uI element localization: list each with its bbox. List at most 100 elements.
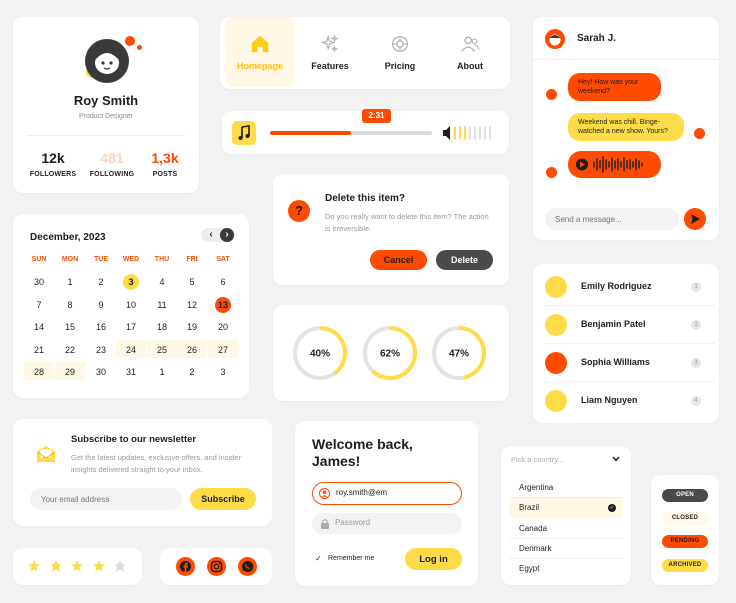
calendar-day[interactable]: 6 bbox=[212, 274, 234, 290]
list-item[interactable]: Benjamin Patel 2 bbox=[545, 306, 715, 344]
calendar-day[interactable]: 2 bbox=[90, 274, 112, 290]
login-button[interactable]: Log in bbox=[405, 548, 462, 570]
calendar-day[interactable]: 12 bbox=[181, 297, 203, 313]
chevron-down-icon bbox=[612, 456, 620, 462]
users-icon bbox=[461, 36, 480, 52]
option-label: Egypt bbox=[519, 564, 540, 574]
progress-ring: 62% bbox=[363, 326, 417, 380]
delete-button[interactable]: Delete bbox=[436, 250, 493, 270]
calendar-day[interactable]: 14 bbox=[28, 319, 50, 335]
star-icon[interactable] bbox=[49, 559, 63, 573]
calendar-day[interactable]: 30 bbox=[28, 274, 50, 290]
facebook-icon[interactable] bbox=[176, 557, 195, 576]
nav-label: About bbox=[457, 61, 483, 71]
voice-message[interactable] bbox=[568, 151, 661, 178]
calendar-day[interactable]: 28 bbox=[28, 364, 50, 380]
whatsapp-icon[interactable] bbox=[238, 557, 257, 576]
country-option[interactable]: Egypt bbox=[509, 559, 623, 579]
send-button[interactable] bbox=[684, 208, 706, 230]
calendar-title: December, 2023 bbox=[30, 232, 106, 243]
calendar: December, 2023 ‹ › SUN MON TUE WED THU FRI SAT… bbox=[13, 214, 249, 398]
country-select-field[interactable]: Pick a country... bbox=[501, 446, 631, 472]
calendar-day[interactable]: 30 bbox=[90, 364, 112, 380]
option-label: Argentina bbox=[519, 483, 554, 492]
option-label: Canada bbox=[519, 523, 548, 533]
following-label: FOLLOWING bbox=[89, 171, 135, 178]
calendar-day[interactable]: 15 bbox=[59, 319, 81, 335]
profile-name: Roy Smith bbox=[73, 93, 139, 108]
weekday-label: SAT bbox=[216, 256, 230, 263]
newsletter-body: Get the latest updates, exclusive offers… bbox=[71, 453, 241, 474]
list-item[interactable]: Sophia Williams 3 bbox=[545, 344, 715, 382]
play-icon[interactable] bbox=[568, 151, 661, 178]
calendar-day[interactable]: 10 bbox=[120, 297, 142, 313]
calendar-day[interactable]: 1 bbox=[151, 364, 173, 380]
chat-card: Sarah J. Hey! How was your weekend? Week… bbox=[533, 17, 719, 240]
country-option[interactable]: Denmark bbox=[509, 539, 623, 559]
calendar-day[interactable]: 31 bbox=[120, 364, 142, 380]
instagram-icon[interactable] bbox=[207, 557, 226, 576]
volume-icon[interactable] bbox=[443, 125, 497, 141]
calendar-day[interactable]: 20 bbox=[212, 319, 234, 335]
cancel-button[interactable]: Cancel bbox=[370, 250, 427, 270]
calendar-day[interactable]: 26 bbox=[181, 342, 203, 358]
remember-checkbox[interactable]: ✓ bbox=[315, 554, 322, 563]
calendar-day[interactable]: 29 bbox=[59, 364, 81, 380]
calendar-day[interactable]: 5 bbox=[181, 274, 203, 290]
star-icon[interactable] bbox=[27, 559, 41, 573]
calendar-day[interactable]: 18 bbox=[151, 319, 173, 335]
message-incoming: Hey! How was your weekend? bbox=[568, 73, 661, 101]
next-month-button[interactable]: › bbox=[220, 228, 234, 242]
calendar-day[interactable]: 9 bbox=[90, 297, 112, 313]
star-icon[interactable] bbox=[113, 559, 127, 573]
password-field[interactable]: Password bbox=[312, 513, 462, 534]
person-name: Emily Rodriguez bbox=[581, 281, 652, 291]
calendar-day[interactable]: 3 bbox=[123, 274, 139, 290]
list-item[interactable]: Emily Rodriguez 1 bbox=[545, 268, 715, 306]
calendar-day[interactable]: 27 bbox=[212, 342, 234, 358]
calendar-day[interactable]: 19 bbox=[181, 319, 203, 335]
prev-month-button[interactable]: ‹ bbox=[204, 228, 218, 242]
calendar-day[interactable]: 1 bbox=[59, 274, 81, 290]
delete-dialog: ? Delete this item? Do you really want t… bbox=[273, 174, 509, 285]
calendar-day[interactable]: 24 bbox=[120, 342, 142, 358]
ring-label: 62% bbox=[380, 349, 400, 360]
subscribe-button[interactable]: Subscribe bbox=[190, 488, 256, 510]
login-card: Welcome back, James! roy.smith@em Passwo… bbox=[295, 421, 478, 586]
calendar-day[interactable]: 11 bbox=[151, 297, 173, 313]
option-label: Denmark bbox=[519, 543, 552, 553]
nav-item-homepage[interactable]: Homepage bbox=[225, 17, 295, 87]
calendar-day[interactable]: 2 bbox=[181, 364, 203, 380]
followers-label: FOLLOWERS bbox=[29, 171, 77, 178]
calendar-day[interactable]: 23 bbox=[90, 342, 112, 358]
country-option[interactable]: Argentina bbox=[509, 478, 623, 498]
country-option[interactable]: Brazil ✓ bbox=[509, 498, 623, 519]
weekday-label: THU bbox=[154, 256, 170, 263]
email-field[interactable] bbox=[30, 488, 182, 510]
message-input[interactable] bbox=[545, 208, 679, 230]
remember-label: Remember me bbox=[328, 555, 375, 562]
calendar-day[interactable]: 4 bbox=[151, 274, 173, 290]
calendar-day[interactable]: 7 bbox=[28, 297, 50, 313]
calendar-day[interactable]: 22 bbox=[59, 342, 81, 358]
star-rating bbox=[13, 548, 142, 585]
nav-item-features[interactable]: Features bbox=[295, 17, 365, 87]
calendar-day[interactable]: 25 bbox=[151, 342, 173, 358]
calendar-day[interactable]: 8 bbox=[59, 297, 81, 313]
list-item[interactable]: Liam Nguyen 4 bbox=[545, 382, 715, 420]
nav-item-about[interactable]: About bbox=[435, 17, 505, 87]
calendar-day[interactable]: 21 bbox=[28, 342, 50, 358]
country-option[interactable]: Canada bbox=[509, 519, 623, 539]
calendar-day[interactable]: 17 bbox=[120, 319, 142, 335]
star-icon[interactable] bbox=[70, 559, 84, 573]
calendar-day[interactable]: 3 bbox=[212, 364, 234, 380]
status-badge-archived: ARCHIVED bbox=[662, 559, 708, 572]
contact-avatar bbox=[545, 29, 565, 49]
nav-item-pricing[interactable]: Pricing bbox=[365, 17, 435, 87]
calendar-day[interactable]: 16 bbox=[90, 319, 112, 335]
progress-ring: 40% bbox=[293, 326, 347, 380]
email-field[interactable]: roy.smith@em bbox=[312, 482, 462, 505]
progress-rings-card: 40% 62% 47% bbox=[273, 305, 509, 401]
star-icon[interactable] bbox=[92, 559, 106, 573]
calendar-day[interactable]: 13 bbox=[215, 296, 231, 313]
